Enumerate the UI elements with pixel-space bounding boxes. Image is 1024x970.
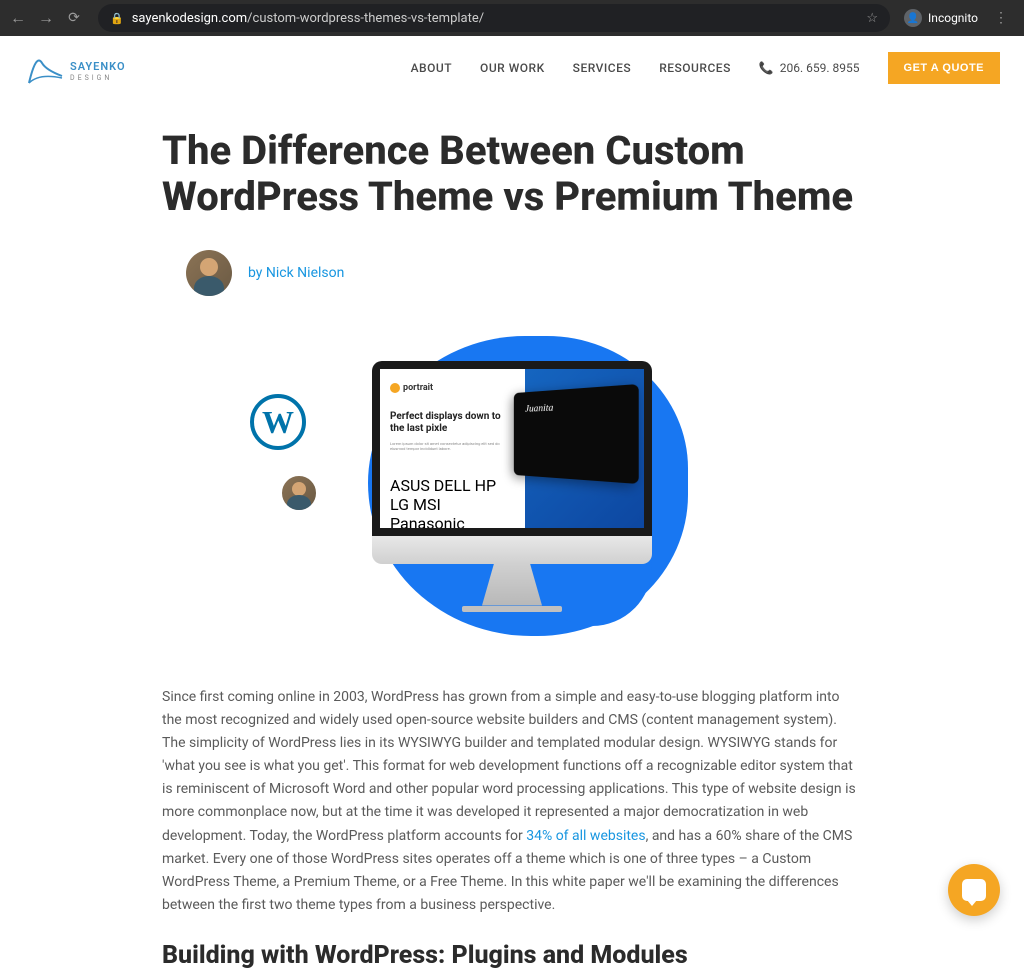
phone-number: 206. 659. 8955 <box>780 61 860 75</box>
phone-icon: 📞 <box>759 61 774 75</box>
back-button[interactable]: ← <box>8 8 28 28</box>
nav-services[interactable]: SERVICES <box>573 61 632 75</box>
hero-imac: portrait Perfect displays down to the la… <box>372 361 652 612</box>
logo-swoosh-icon <box>24 48 64 88</box>
screen-brand-label: portrait <box>390 383 515 393</box>
article-content: The Difference Between Custom WordPress … <box>142 100 882 970</box>
forward-button[interactable]: → <box>36 8 56 28</box>
incognito-label: Incognito <box>928 11 978 25</box>
imac-chin <box>372 536 652 564</box>
author-byline[interactable]: by Nick Nielson <box>248 265 344 281</box>
section-heading-plugins: Building with WordPress: Plugins and Mod… <box>162 941 862 970</box>
wordpress-badge: W <box>250 394 306 450</box>
nav-about[interactable]: ABOUT <box>411 61 452 75</box>
phone-link[interactable]: 📞 206. 659. 8955 <box>759 61 860 75</box>
incognito-indicator: 👤 Incognito <box>904 9 978 27</box>
main-nav: ABOUT OUR WORK SERVICES RESOURCES 📞 206.… <box>411 52 1000 84</box>
article-paragraph-1: Since first coming online in 2003, WordP… <box>162 686 862 917</box>
curved-monitor-graphic <box>514 383 639 483</box>
address-bar[interactable]: 🔒 sayenkodesign.com/custom-wordpress-the… <box>98 4 890 32</box>
url-text: sayenkodesign.com/custom-wordpress-theme… <box>132 11 484 26</box>
bookmark-star-icon[interactable]: ☆ <box>866 11 878 26</box>
article-title: The Difference Between Custom WordPress … <box>162 128 862 220</box>
reload-button[interactable]: ⟳ <box>64 10 84 26</box>
logo-text: SAYENKO <box>70 60 126 73</box>
hero-float-avatar <box>280 474 318 512</box>
imac-base <box>462 606 562 612</box>
browser-toolbar: ← → ⟳ 🔒 sayenkodesign.com/custom-wordpre… <box>0 0 1024 36</box>
lock-icon: 🔒 <box>110 12 124 25</box>
chat-widget-button[interactable] <box>948 864 1000 916</box>
site-header: SAYENKO DESIGN ABOUT OUR WORK SERVICES R… <box>0 36 1024 100</box>
nav-resources[interactable]: RESOURCES <box>659 61 731 75</box>
browser-menu-button[interactable]: ⋮ <box>986 10 1016 26</box>
author-avatar <box>186 250 232 296</box>
wordpress-w-icon: W <box>262 404 294 441</box>
screen-body-text: Lorem ipsum dolor sit amet consectetur a… <box>390 441 515 452</box>
logo-subtext: DESIGN <box>70 74 126 82</box>
author-block: by Nick Nielson <box>186 250 862 296</box>
hero-illustration: W portrait Perfect displays down to the … <box>162 326 862 646</box>
site-logo[interactable]: SAYENKO DESIGN <box>24 48 126 88</box>
screen-headline: Perfect displays down to the last pixle <box>390 411 515 435</box>
stats-link[interactable]: 34% of all websites <box>526 828 645 844</box>
imac-screen-bezel: portrait Perfect displays down to the la… <box>372 361 652 536</box>
imac-stand <box>482 564 542 606</box>
get-quote-button[interactable]: GET A QUOTE <box>888 52 1000 84</box>
incognito-icon: 👤 <box>904 9 922 27</box>
nav-our-work[interactable]: OUR WORK <box>480 61 545 75</box>
para-text-before: Since first coming online in 2003, WordP… <box>162 689 856 844</box>
imac-screen: portrait Perfect displays down to the la… <box>380 369 644 528</box>
chat-icon <box>962 879 986 901</box>
screen-partner-logos: ASUS DELL HP LG MSI Panasonic <box>390 476 515 528</box>
